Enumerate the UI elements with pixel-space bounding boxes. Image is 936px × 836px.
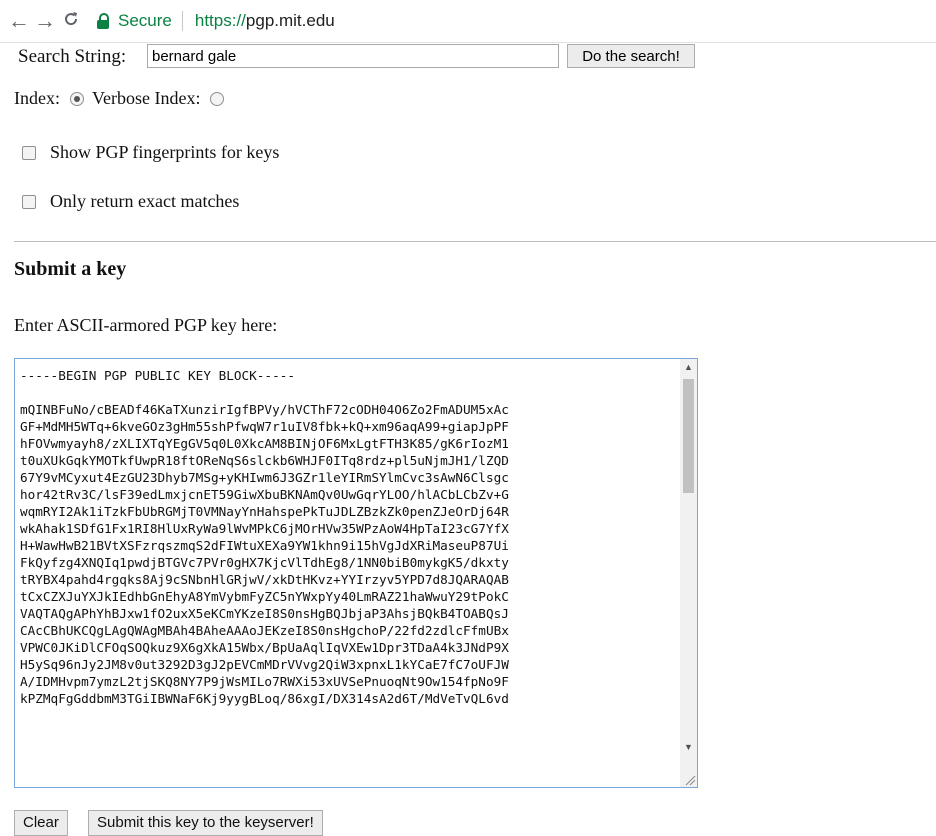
index-options: Index: Verbose Index: <box>14 88 232 109</box>
address-bar[interactable]: Secure https://pgp.mit.edu <box>96 11 335 31</box>
search-input[interactable] <box>147 44 559 68</box>
clear-button[interactable]: Clear <box>14 810 68 836</box>
url-scheme: https:// <box>194 11 246 30</box>
search-label: Search String: <box>18 46 127 67</box>
reload-icon[interactable] <box>58 8 84 34</box>
verbose-index-label: Verbose Index: <box>91 88 201 108</box>
scroll-thumb[interactable] <box>683 379 694 493</box>
search-button[interactable]: Do the search! <box>567 44 695 68</box>
back-arrow-icon[interactable]: ← <box>6 8 32 34</box>
scroll-down-icon[interactable]: ▼ <box>680 739 697 756</box>
exact-match-checkbox[interactable] <box>22 194 36 209</box>
key-text: -----BEGIN PGP PUBLIC KEY BLOCK----- mQI… <box>20 368 509 706</box>
browser-toolbar: ← → Secure https://pgp.mit.edu <box>0 0 936 43</box>
index-radio[interactable] <box>69 91 84 106</box>
url-host: pgp.mit.edu <box>245 11 335 30</box>
fingerprint-label: Show PGP fingerprints for keys <box>50 142 280 162</box>
submit-key-button[interactable]: Submit this key to the keyserver! <box>88 810 323 836</box>
forward-arrow-icon[interactable]: → <box>32 8 58 34</box>
exact-match-option: Only return exact matches <box>22 191 239 212</box>
key-textarea[interactable]: -----BEGIN PGP PUBLIC KEY BLOCK----- mQI… <box>14 358 698 788</box>
exact-match-label: Only return exact matches <box>50 191 240 211</box>
index-label: Index: <box>14 88 60 108</box>
section-divider <box>14 241 936 242</box>
resize-grip-icon[interactable] <box>682 772 696 786</box>
textarea-scrollbar[interactable]: ▲ ▼ <box>680 359 697 787</box>
scroll-up-icon[interactable]: ▲ <box>680 359 697 376</box>
submit-key-heading: Submit a key <box>14 258 127 280</box>
verbose-index-radio[interactable] <box>210 91 225 106</box>
lock-icon <box>96 13 110 29</box>
secure-label: Secure <box>118 11 172 30</box>
address-separator <box>181 11 183 31</box>
fingerprint-option: Show PGP fingerprints for keys <box>22 142 279 163</box>
fingerprint-checkbox[interactable] <box>22 145 36 160</box>
key-prompt: Enter ASCII-armored PGP key here: <box>14 315 278 335</box>
reload-icon-glyph <box>65 12 78 26</box>
